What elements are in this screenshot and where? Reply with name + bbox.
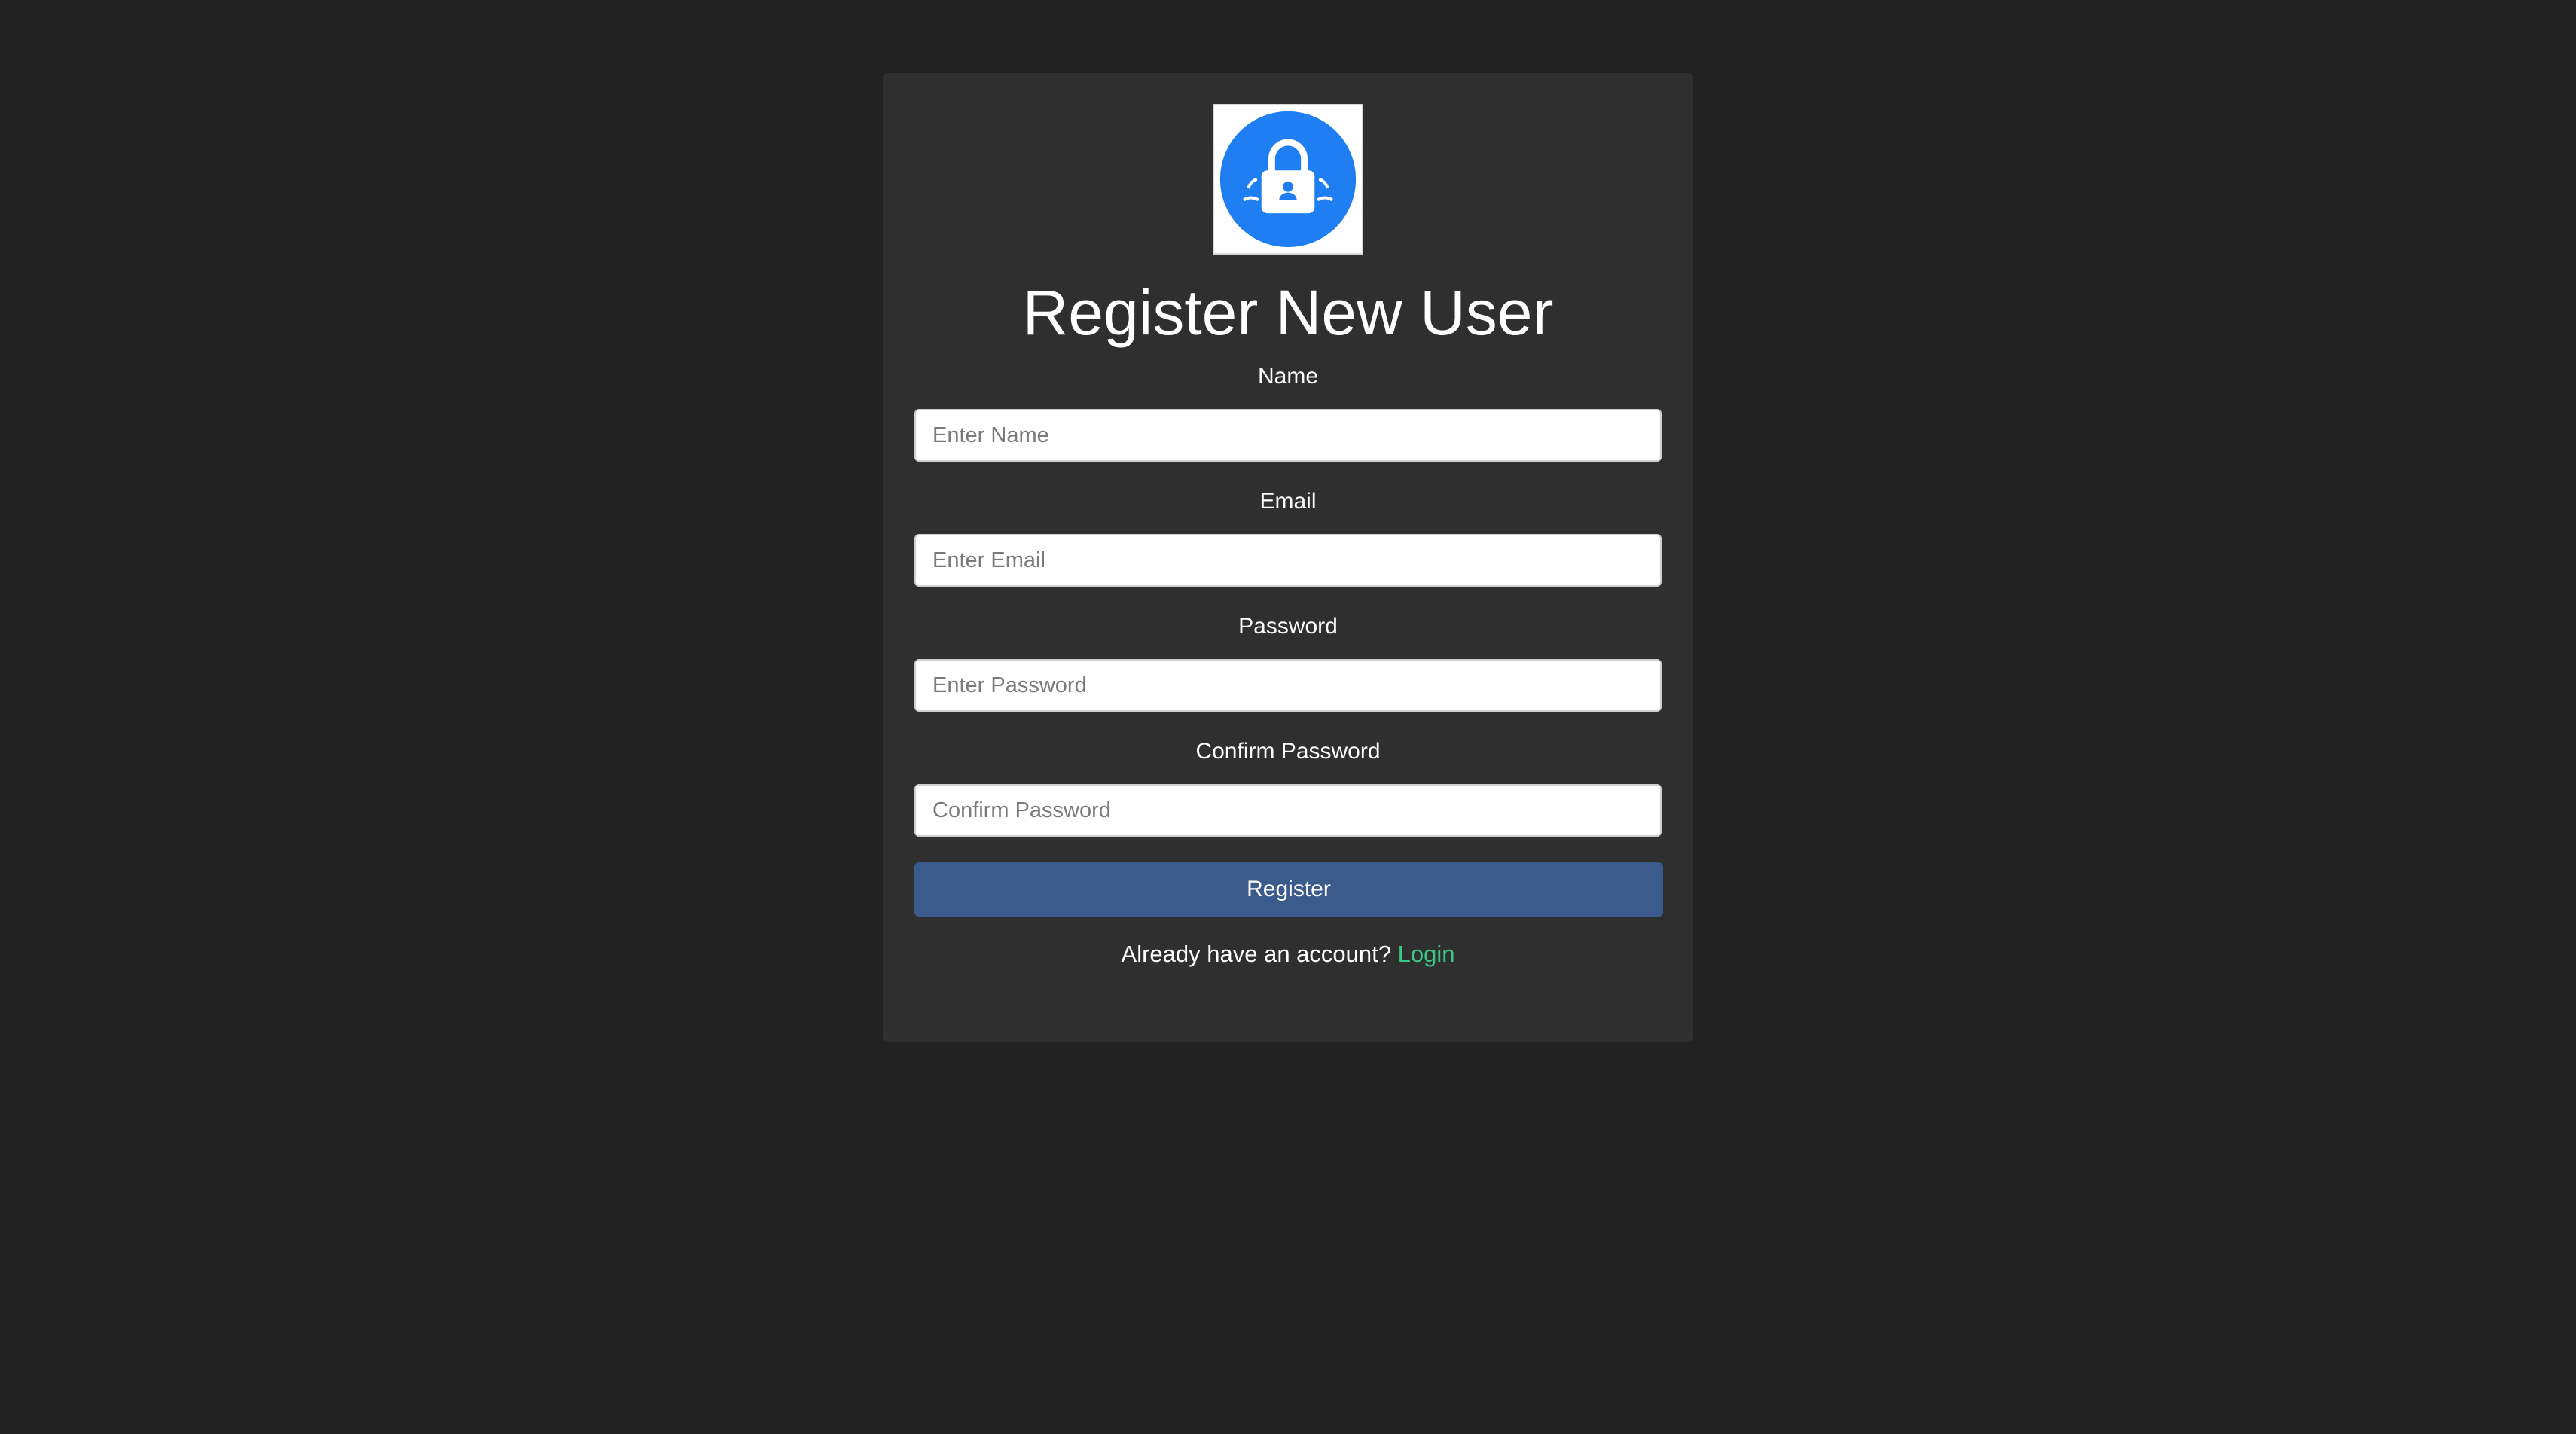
confirm-password-input[interactable] [914,784,1662,837]
name-label: Name [1257,364,1319,389]
email-input[interactable] [914,534,1662,587]
register-button[interactable]: Register [914,862,1663,917]
password-label: Password [1238,614,1338,639]
register-card: Register New User Name Email Password Co… [883,73,1693,1042]
lock-shield-icon [1219,111,1357,248]
confirm-password-label: Confirm Password [1195,739,1381,764]
login-prompt-text: Already have an account? [1121,941,1391,967]
name-input[interactable] [914,409,1662,462]
logo [1213,104,1363,255]
page-title: Register New User [1022,277,1554,348]
login-link[interactable]: Login [1398,941,1455,967]
login-prompt: Already have an account? Login [883,939,1693,969]
email-label: Email [1259,489,1317,514]
password-input[interactable] [914,659,1662,712]
